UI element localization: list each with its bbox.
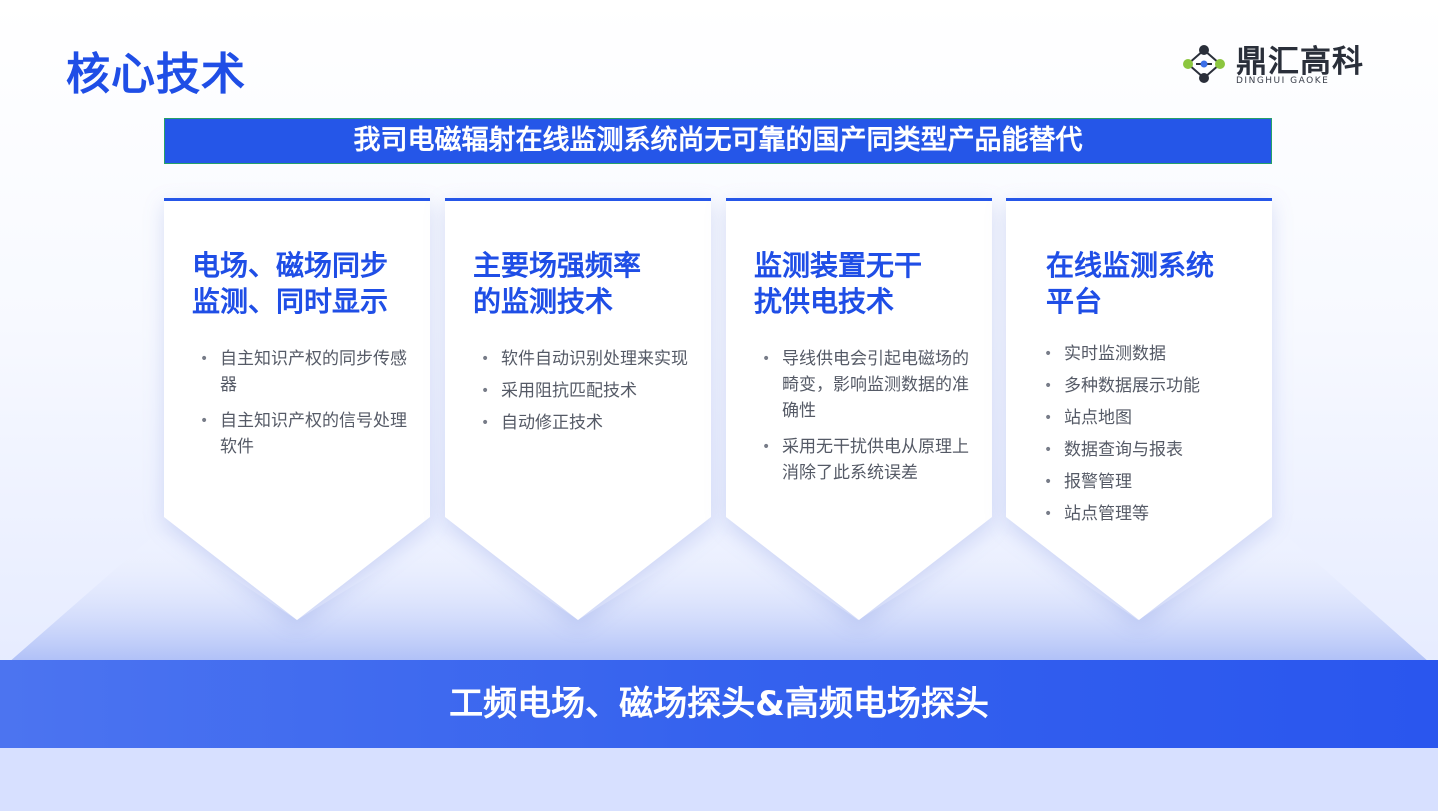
card-top-accent (1006, 198, 1272, 201)
feature-card-1: 电场、磁场同步 监测、同时显示 自主知识产权的同步传感器 自主知识产权的信号处理… (164, 198, 430, 620)
card-title-line: 主要场强频率 (473, 249, 642, 282)
card-title: 监测装置无干 扰供电技术 (754, 248, 984, 320)
list-item: 实时监测数据 (1044, 341, 1254, 367)
card-title-line: 在线监测系统 (1046, 249, 1215, 282)
card-title-line: 的监测技术 (473, 285, 614, 318)
bottom-strip (0, 748, 1438, 811)
card-title-line: 平台 (1046, 285, 1103, 318)
list-item: 采用阻抗匹配技术 (481, 378, 691, 404)
logo-wordmark: 鼎汇高科 (1236, 44, 1364, 80)
list-item: 导线供电会引起电磁场的畸变，影响监测数据的准确性 (762, 346, 972, 424)
list-item: 自主知识产权的信号处理软件 (200, 408, 410, 460)
card-bullet-list: 实时监测数据 多种数据展示功能 站点地图 数据查询与报表 报警管理 站点管理等 (1044, 341, 1254, 537)
list-item: 站点管理等 (1044, 501, 1254, 527)
list-item: 数据查询与报表 (1044, 437, 1254, 463)
card-top-accent (726, 198, 992, 201)
feature-card-2: 主要场强频率 的监测技术 软件自动识别处理来实现 采用阻抗匹配技术 自动修正技术 (445, 198, 711, 620)
card-top-accent (445, 198, 711, 201)
card-bullet-list: 导线供电会引起电磁场的畸变，影响监测数据的准确性 采用无干扰供电从原理上消除了此… (762, 346, 972, 496)
company-logo: 鼎汇高科 DINGHUI GAOKE (1178, 36, 1388, 92)
feature-card-3: 监测装置无干 扰供电技术 导线供电会引起电磁场的畸变，影响监测数据的准确性 采用… (726, 198, 992, 620)
foundation-band: 工频电场、磁场探头&高频电场探头 (0, 660, 1438, 748)
card-title-line: 监测、同时显示 (192, 285, 389, 318)
list-item: 站点地图 (1044, 405, 1254, 431)
card-bullet-list: 软件自动识别处理来实现 采用阻抗匹配技术 自动修正技术 (481, 346, 691, 446)
list-item: 多种数据展示功能 (1044, 373, 1254, 399)
list-item: 自主知识产权的同步传感器 (200, 346, 410, 398)
slide: 核心技术 鼎汇高科 DINGHUI GAOKE 我司电磁辐射在线监测系统尚无可靠… (0, 0, 1438, 811)
headline-banner: 我司电磁辐射在线监测系统尚无可靠的国产同类型产品能替代 (164, 118, 1272, 164)
molecule-network-icon (1183, 45, 1225, 83)
card-title-line: 电场、磁场同步 (192, 249, 389, 282)
list-item: 软件自动识别处理来实现 (481, 346, 691, 372)
card-title-line: 扰供电技术 (754, 285, 895, 318)
page-title: 核心技术 (66, 49, 246, 100)
list-item: 报警管理 (1044, 469, 1254, 495)
list-item: 采用无干扰供电从原理上消除了此系统误差 (762, 434, 972, 486)
card-title-line: 监测装置无干 (754, 249, 923, 282)
card-top-accent (164, 198, 430, 201)
feature-card-4: 在线监测系统 平台 实时监测数据 多种数据展示功能 站点地图 数据查询与报表 报… (1006, 198, 1272, 620)
card-title: 电场、磁场同步 监测、同时显示 (192, 248, 422, 320)
card-title: 在线监测系统 平台 (1046, 248, 1276, 320)
list-item: 自动修正技术 (481, 410, 691, 436)
card-bullet-list: 自主知识产权的同步传感器 自主知识产权的信号处理软件 (200, 346, 410, 470)
logo-subtitle: DINGHUI GAOKE (1236, 76, 1330, 86)
card-title: 主要场强频率 的监测技术 (473, 248, 703, 320)
